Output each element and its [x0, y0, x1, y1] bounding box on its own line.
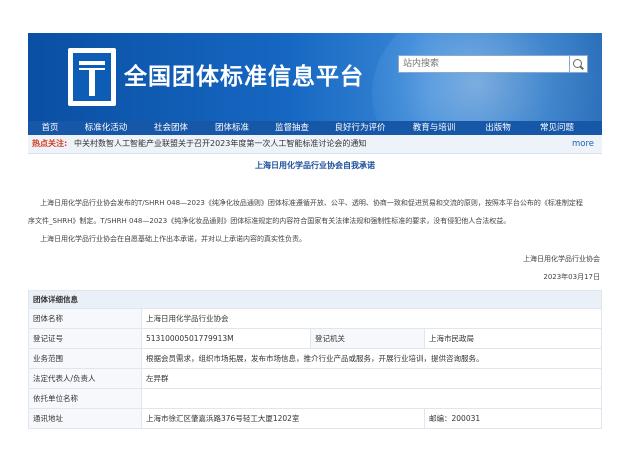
- reg-authority-value: 上海市民政局: [424, 328, 602, 349]
- legal-rep-label: 法定代表人/负责人: [28, 368, 142, 389]
- postcode-value: 邮编：200031: [424, 408, 602, 429]
- sponsor-value: [141, 388, 602, 409]
- table-row: 通讯地址 上海市徐汇区肇嘉浜路376号轻工大厦1202室 邮编：200031: [28, 408, 602, 429]
- nav-standardization-activities[interactable]: 标准化活动: [72, 121, 140, 135]
- details-heading: 团体详细信息: [28, 290, 602, 309]
- commitment-responsibility: 上海日用化学品行业协会在自愿基础上作出本承诺，并对以上承诺内容的真实性负责。: [40, 235, 306, 243]
- site-title: 全国团体标准信息平台: [124, 64, 364, 90]
- signature-date: 2023年03月17日: [543, 273, 600, 281]
- reg-no-value: 51310000501779913M: [141, 328, 311, 349]
- hot-news-bar: 热点关注: 中关村数智人工智能产业联盟关于召开2023年度第一次人工智能标准讨论…: [28, 135, 602, 154]
- table-row: 登记证号 51310000501779913M 登记机关 上海市民政局: [28, 328, 602, 349]
- nav-education-training[interactable]: 教育与培训: [398, 121, 470, 135]
- sponsor-label: 依托单位名称: [28, 388, 142, 409]
- legal-rep-value: 左异群: [141, 368, 602, 389]
- header-banner: 全国团体标准信息平台: [28, 33, 602, 121]
- nav-good-behavior[interactable]: 良好行为评价: [322, 121, 398, 135]
- org-name-label: 团体名称: [28, 308, 142, 329]
- table-row: 业务范围 根据会员需求，组织市场拓展，发布市场信息，推介行业产品或服务，开展行业…: [28, 348, 602, 369]
- search-button[interactable]: [570, 55, 588, 73]
- nav-social-groups[interactable]: 社会团体: [140, 121, 202, 135]
- signature: 上海日用化学品行业协会: [523, 255, 600, 263]
- nav-home[interactable]: 首页: [28, 121, 72, 135]
- search-box: [398, 55, 598, 75]
- page: { "header": { "site_title": "全国团体标准信息平台"…: [0, 0, 630, 474]
- nav-publications[interactable]: 出版物: [470, 121, 526, 135]
- scope-value: 根据会员需求，组织市场拓展，发布市场信息，推介行业产品或服务，开展行业培训，提供…: [141, 348, 602, 369]
- address-label: 通讯地址: [28, 408, 142, 429]
- commitment-paragraph-line1: 上海日用化学品行业协会发布的T/SHRH 048—2023《纯净化妆品通则》团体…: [40, 199, 583, 207]
- more-link[interactable]: more: [572, 135, 594, 153]
- globe-graphic: [372, 33, 602, 121]
- nav-group-standards[interactable]: 团体标准: [202, 121, 262, 135]
- table-row: 法定代表人/负责人 左异群: [28, 368, 602, 389]
- commitment-paragraph-line2: 序文件_SHRH》制定。T/SHRH 048—2023《纯净化妆品通则》团体标准…: [28, 217, 511, 225]
- nav-faq[interactable]: 常见问题: [526, 121, 588, 135]
- hot-news-link[interactable]: 中关村数智人工智能产业联盟关于召开2023年度第一次人工智能标准讨论会的通知: [74, 135, 366, 153]
- page-title: 上海日用化学品行业协会自我承诺: [255, 161, 375, 170]
- nav-supervision[interactable]: 监督抽查: [262, 121, 322, 135]
- table-row: 依托单位名称: [28, 388, 602, 409]
- address-value: 上海市徐汇区肇嘉浜路376号轻工大厦1202室: [141, 408, 425, 429]
- hot-news-label: 热点关注:: [32, 139, 68, 148]
- org-name-value: 上海日用化学品行业协会: [141, 308, 602, 329]
- main-nav: 首页 标准化活动 社会团体 团体标准 监督抽查 良好行为评价 教育与培训 出版物…: [28, 121, 602, 135]
- reg-no-label: 登记证号: [28, 328, 142, 349]
- org-details-table: 团体详细信息 团体名称 上海日用化学品行业协会 登记证号 51310000501…: [28, 290, 602, 429]
- reg-authority-label: 登记机关: [310, 328, 425, 349]
- platform-logo[interactable]: [68, 48, 116, 106]
- scope-label: 业务范围: [28, 348, 142, 369]
- search-input[interactable]: [398, 55, 570, 73]
- table-row: 团体名称 上海日用化学品行业协会: [28, 308, 602, 329]
